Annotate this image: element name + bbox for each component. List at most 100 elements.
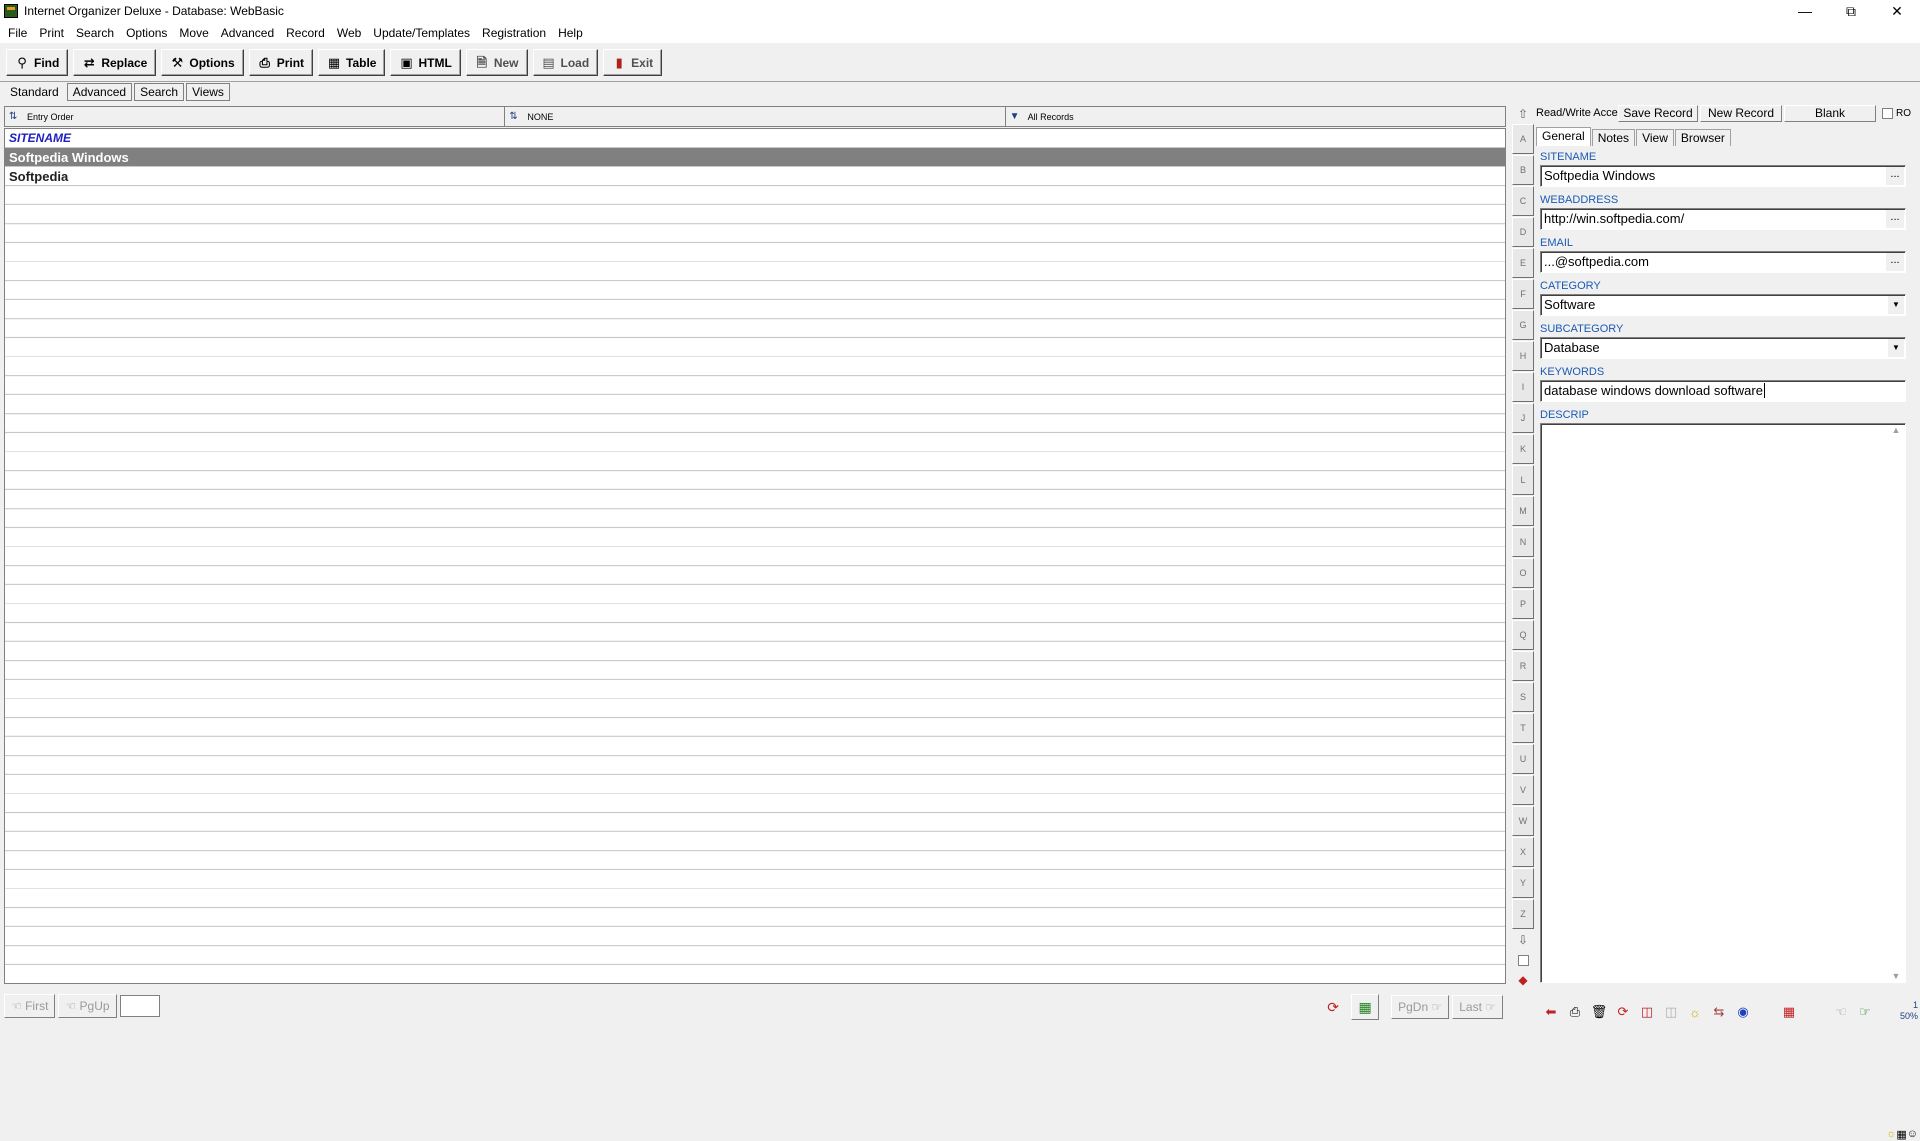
transfer-icon[interactable]: ⇆ [1708,1001,1730,1023]
table-button[interactable]: ▦ Table [318,49,386,76]
alpha-button-k[interactable]: K [1512,434,1534,464]
webaddress-field[interactable]: http://win.softpedia.com/... [1540,208,1906,230]
tab-view[interactable]: View [1636,129,1674,146]
alpha-button-a[interactable]: A [1512,124,1534,154]
ro-checkbox[interactable]: RO [1882,107,1911,119]
alpha-button-y[interactable]: Y [1512,868,1534,898]
scroll-up-icon[interactable]: ⇧ [1512,104,1534,124]
find-button[interactable]: ⚲ Find [6,49,69,76]
scroll-down-icon[interactable]: ⇩ [1512,930,1534,950]
more-icon[interactable]: ... [1886,253,1904,271]
more-icon[interactable]: ... [1886,167,1904,185]
menu-advanced[interactable]: Advanced [215,23,280,43]
chevron-down-icon[interactable]: ▼ [1888,296,1904,314]
record-list[interactable]: SITENAME Softpedia Windows Softpedia [4,128,1506,984]
tab-browser[interactable]: Browser [1674,129,1731,146]
menu-registration[interactable]: Registration [476,23,552,43]
alpha-button-t[interactable]: T [1512,713,1534,743]
toggle-checkbox[interactable] [1512,950,1534,970]
alpha-button-i[interactable]: I [1512,372,1534,402]
tab-advanced[interactable]: Advanced [66,83,133,101]
alpha-button-o[interactable]: O [1512,558,1534,588]
alpha-button-v[interactable]: V [1512,775,1534,805]
descrip-textarea[interactable]: ▲ ▼ [1540,423,1906,983]
alpha-button-g[interactable]: G [1512,310,1534,340]
alpha-button-h[interactable]: H [1512,341,1534,371]
tab-general[interactable]: General [1536,127,1591,146]
alpha-button-r[interactable]: R [1512,651,1534,681]
pgdn-button[interactable]: PgDn ☞ [1391,995,1450,1019]
globe-icon[interactable]: ◉ [1732,1001,1754,1023]
disabled-record-icon[interactable]: ◫ [1660,1001,1682,1023]
menu-print[interactable]: Print [33,23,70,43]
menu-search[interactable]: Search [70,23,120,43]
alpha-button-j[interactable]: J [1512,403,1534,433]
alpha-button-n[interactable]: N [1512,527,1534,557]
email-field[interactable]: ...@softpedia.com... [1540,251,1906,273]
html-button[interactable]: ▣ HTML [390,49,461,76]
tab-views[interactable]: Views [186,83,230,101]
grid-app-icon[interactable]: ▦ [1351,994,1380,1020]
restore-icon[interactable]: ⧉ [1828,0,1874,22]
alpha-button-u[interactable]: U [1512,744,1534,774]
alpha-button-f[interactable]: F [1512,279,1534,309]
menu-web[interactable]: Web [331,23,367,43]
back-arrow-icon[interactable]: ⬅ [1540,1001,1562,1023]
trash-icon[interactable]: 🗑 [1588,1001,1610,1023]
subcategory-select[interactable]: Database ▼ [1540,337,1906,359]
menu-update-templates[interactable]: Update/Templates [367,23,476,43]
menu-file[interactable]: File [2,23,33,43]
alpha-button-x[interactable]: X [1512,837,1534,867]
refresh-icon[interactable]: ⟳ [1612,1001,1634,1023]
blank-button[interactable]: Blank [1784,104,1876,122]
alpha-button-e[interactable]: E [1512,248,1534,278]
printer-icon[interactable]: ⎙ [1564,1001,1586,1023]
alpha-button-m[interactable]: M [1512,496,1534,526]
alpha-button-l[interactable]: L [1512,465,1534,495]
tab-notes[interactable]: Notes [1591,129,1636,146]
list-item[interactable]: Softpedia Windows [5,148,1505,167]
menu-move[interactable]: Move [173,23,214,43]
refresh-icon[interactable]: ⟳ [1319,994,1347,1020]
category-select[interactable]: Software ▼ [1540,294,1906,316]
replace-button[interactable]: ⇄ Replace [73,49,157,76]
menu-record[interactable]: Record [280,23,331,43]
keywords-field[interactable]: database windows download software [1540,380,1906,402]
alpha-button-s[interactable]: S [1512,682,1534,712]
menu-options[interactable]: Options [120,23,173,43]
exit-button[interactable]: ▮ Exit [603,49,663,76]
filter-selector[interactable]: ⇅ NONE [505,107,1006,126]
sitename-field[interactable]: Softpedia Windows... [1540,165,1906,187]
scroll-down-icon[interactable]: ▼ [1892,971,1901,981]
sort-order-selector[interactable]: ⇅ Entry Order [5,107,506,126]
report-icon[interactable]: ▦ [1778,1001,1800,1023]
new-button[interactable]: 🗎 New [465,49,528,76]
back-hand-icon[interactable]: ☜ [1830,1001,1852,1023]
alpha-button-w[interactable]: W [1512,806,1534,836]
load-button[interactable]: ▤ Load [532,49,599,76]
list-item[interactable]: Softpedia [5,167,1505,186]
menu-help[interactable]: Help [552,23,589,43]
close-icon[interactable]: ✕ [1874,0,1920,22]
alpha-button-c[interactable]: C [1512,186,1534,216]
alpha-button-p[interactable]: P [1512,589,1534,619]
tab-search[interactable]: Search [134,83,185,101]
page-input[interactable] [119,995,160,1017]
alpha-button-q[interactable]: Q [1512,620,1534,650]
copy-record-icon[interactable]: ◫ [1636,1001,1658,1023]
new-record-button[interactable]: New Record [1700,104,1782,122]
more-icon[interactable]: ... [1886,210,1904,228]
descrip-scrollbar[interactable]: ▲ ▼ [1888,425,1904,981]
alpha-button-b[interactable]: B [1512,155,1534,185]
scroll-up-icon[interactable]: ▲ [1892,425,1901,435]
forward-hand-icon[interactable]: ☞ [1854,1001,1876,1023]
first-button[interactable]: ☜ First [4,994,56,1018]
alpha-button-z[interactable]: Z [1512,899,1534,929]
chevron-down-icon[interactable]: ▼ [1888,339,1904,357]
options-button[interactable]: ⚒ Options [161,49,244,76]
pgup-button[interactable]: ☜ PgUp [58,994,117,1018]
records-selector[interactable]: ▼ All Records [1006,107,1505,126]
alpha-button-d[interactable]: D [1512,217,1534,247]
save-record-button[interactable]: Save Record [1618,104,1698,122]
print-button[interactable]: ⎙ Print [248,49,314,76]
